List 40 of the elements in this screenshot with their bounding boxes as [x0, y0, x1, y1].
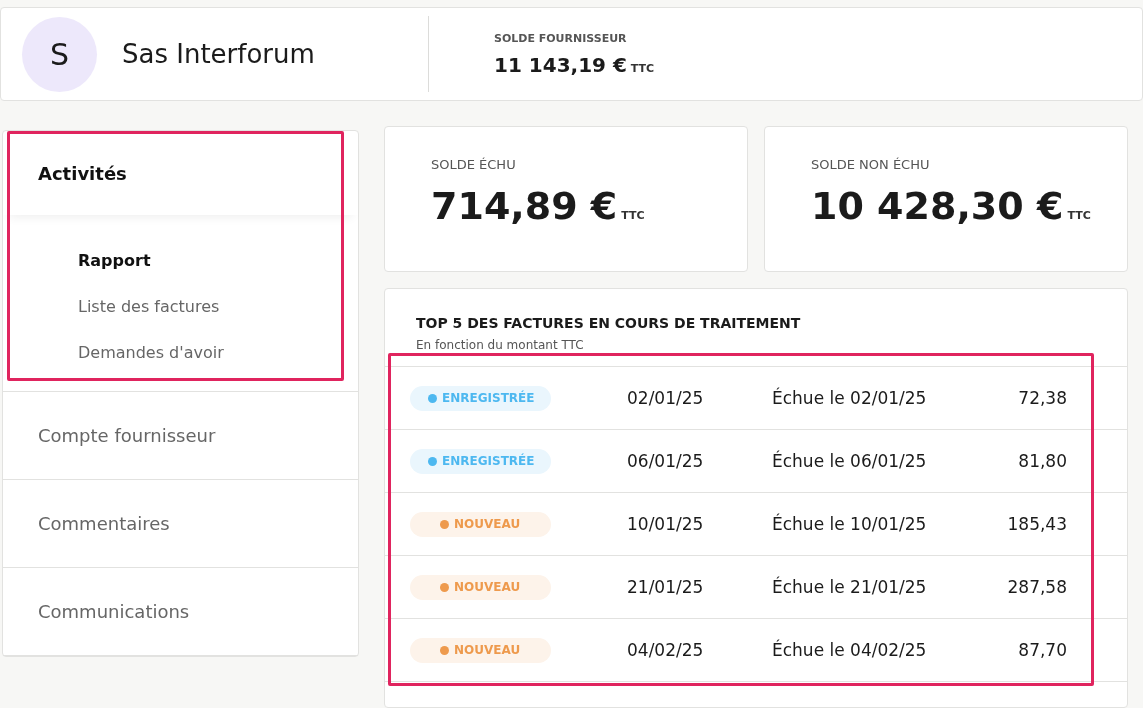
sidebar-subitem[interactable]: Demandes d'avoir: [3, 329, 358, 375]
status-badge: NOUVEAU: [410, 511, 551, 537]
amount-cell-text: 81,80: [1017, 451, 1067, 471]
date-cell-text: 02/01/25: [627, 388, 705, 408]
status-badge: NOUVEAU: [410, 637, 551, 663]
card-amount: 714,89 €: [431, 184, 618, 228]
status-badge: ENREGISTRÉE: [410, 448, 551, 474]
avatar: S: [22, 16, 97, 92]
date-cell-text: 04/02/25: [627, 640, 705, 660]
date-cell-text: 21/01/25: [627, 577, 705, 597]
card-subtitle: En fonction du montant TTC: [416, 338, 585, 352]
date-cell-text: 06/01/25: [627, 451, 705, 471]
amount-cell-text: 287,58: [1006, 577, 1067, 597]
amount-cell-text: 72,38: [1017, 388, 1067, 408]
tax-label: TTC: [621, 209, 645, 222]
card-label: SOLDE NON ÉCHU: [811, 157, 931, 172]
due-cell-text: Échue le 04/02/25: [772, 640, 928, 660]
sidebar-item[interactable]: Compte fournisseur: [3, 392, 358, 479]
tax-label: TTC: [630, 61, 655, 75]
tax-label: TTC: [1067, 209, 1091, 222]
supplier-name: Sas Interforum: [122, 39, 316, 69]
card-label: SOLDE ÉCHU: [431, 157, 517, 172]
date-cell-text: 10/01/25: [627, 514, 705, 534]
due-cell-text: Échue le 06/01/25: [772, 451, 928, 471]
card-title: TOP 5 DES FACTURES EN COURS DE TRAITEMENT: [416, 315, 802, 331]
sidebar-item[interactable]: Commentaires: [3, 480, 358, 567]
amount-cell-text: 185,43: [1006, 514, 1067, 534]
balance-label: SOLDE FOURNISSEUR: [494, 31, 628, 45]
sidebar-item[interactable]: Activités: [3, 131, 358, 215]
sidebar-subitem[interactable]: Liste des factures: [3, 283, 358, 329]
due-cell-text: Échue le 21/01/25: [772, 577, 928, 597]
balance-amount: 11 143,19 €: [494, 52, 627, 77]
due-cell-text: Échue le 10/01/25: [772, 514, 928, 534]
card-amount: 10 428,30 €: [811, 184, 1064, 228]
status-badge: NOUVEAU: [410, 574, 551, 600]
sidebar-subitem[interactable]: Rapport: [3, 237, 358, 283]
due-cell-text: Échue le 02/01/25: [772, 388, 928, 408]
status-badge: ENREGISTRÉE: [410, 385, 551, 411]
sidebar-item[interactable]: Communications: [3, 568, 358, 655]
amount-cell-text: 87,70: [1017, 640, 1067, 660]
